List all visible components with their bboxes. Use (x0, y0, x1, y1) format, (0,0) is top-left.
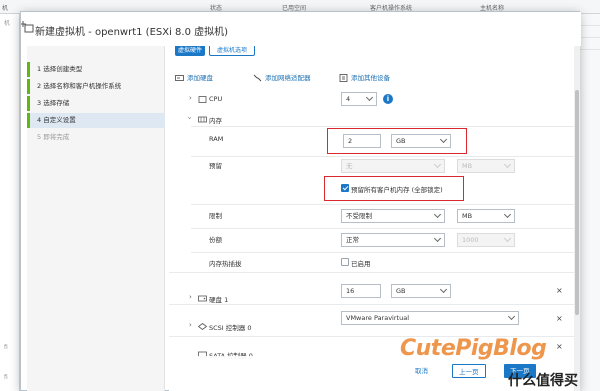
divider (191, 204, 574, 205)
step-storage[interactable]: 3 选择存储 (27, 96, 165, 111)
disk-unit-select[interactable]: GB (391, 284, 451, 298)
wizard-steps: 1 选择创建类型 2 选择名称和客户机操作系统 3 选择存储 4 自定义设置 5… (27, 46, 165, 391)
disk-expand-chevron-icon[interactable]: › (189, 293, 192, 301)
divider (191, 126, 574, 127)
chevron-down-icon (433, 160, 442, 169)
tab-virtual-hardware[interactable]: 虚拟硬件 (175, 46, 205, 56)
chevron-down-icon (433, 234, 442, 243)
add-disk-label: 添加硬盘 (187, 74, 213, 82)
scsi-controller-label: SCSI 控制器 0 (209, 324, 252, 332)
reservation-label: 预留 (209, 162, 222, 170)
tab-vm-options[interactable]: 虚拟机选项 (209, 46, 255, 56)
shares-number-select: 1000 (457, 233, 515, 247)
step-ready: 5 即将完成 (37, 133, 70, 141)
ram-label: RAM (209, 135, 224, 143)
hardware-toolbar: 添加硬盘 添加网络适配器 添加其他设备 (173, 72, 573, 84)
scrollbar-thumb[interactable] (575, 90, 579, 315)
step-name-os[interactable]: 2 选择名称和客户机操作系统 (27, 79, 165, 94)
memory-hotplug-label: 内存热插拔 (209, 260, 242, 268)
bg-left-item: 机 (4, 20, 11, 27)
shares-number-value: 1000 (462, 236, 479, 244)
cpu-icon (198, 96, 207, 103)
device-icon (339, 74, 348, 82)
hard-disk-label: 硬盘 1 (209, 296, 229, 304)
chevron-down-icon (507, 312, 516, 321)
memory-collapse-chevron-icon[interactable]: › (185, 117, 193, 120)
add-nic-label: 添加网络适配器 (265, 74, 311, 82)
highlight-box-ram (327, 128, 467, 154)
disk-size-input[interactable]: 16 (341, 284, 381, 298)
chevron-down-icon (439, 285, 448, 294)
scsi-controller-icon (197, 323, 208, 330)
chevron-down-icon (503, 210, 512, 219)
memory-hotplug-checkbox[interactable] (341, 258, 349, 266)
memory-hotplug-option-label: 已启用 (351, 260, 371, 268)
cpu-label: CPU (209, 95, 223, 103)
divider (191, 156, 574, 157)
bg-left-item: fi (4, 374, 8, 381)
memory-icon (198, 116, 207, 123)
shares-label: 份额 (209, 236, 222, 244)
reservation-unit-value: MB (462, 162, 473, 170)
cpu-value: 4 (346, 95, 351, 103)
cpu-expand-chevron-icon[interactable]: › (189, 94, 192, 102)
background-left-strip: 机 fi fi (0, 14, 20, 391)
reservation-unit-select: MB (457, 159, 515, 173)
add-nic-button[interactable]: 添加网络适配器 (253, 72, 311, 84)
network-adapter-icon (253, 74, 262, 82)
limit-unit-select[interactable]: MB (457, 209, 515, 223)
chevron-down-icon (503, 234, 512, 243)
chevron-down-icon (365, 93, 374, 102)
reservation-select: 无 (341, 159, 445, 173)
limit-label: 限制 (209, 212, 222, 220)
hard-disk-icon (198, 295, 207, 302)
limit-select[interactable]: 不受限制 (341, 209, 445, 223)
watermark-brand: CutePigBlog (400, 336, 547, 361)
info-icon[interactable]: i (383, 94, 393, 104)
highlight-box-reserve-all (324, 176, 464, 201)
remove-scsi-close-icon[interactable]: × (556, 314, 563, 323)
add-other-device-label: 添加其他设备 (351, 74, 390, 82)
disk-icon (175, 74, 184, 82)
new-vm-icon (21, 20, 35, 34)
chevron-down-icon (433, 210, 442, 219)
disk-unit-value: GB (396, 287, 406, 295)
scsi-expand-chevron-icon[interactable]: › (189, 321, 192, 329)
scsi-controller-select[interactable]: VMware Paravirtual (341, 311, 519, 325)
memory-label: 内存 (209, 117, 222, 125)
watermark-sub: 什么值得买 (508, 373, 578, 389)
shares-select[interactable]: 正常 (341, 233, 445, 247)
cpu-select[interactable]: 4 (341, 92, 377, 106)
remove-disk-close-icon[interactable]: × (556, 286, 563, 295)
add-disk-button[interactable]: 添加硬盘 (175, 72, 213, 84)
divider (169, 304, 574, 305)
divider (169, 272, 574, 273)
bg-left-item: fi (4, 344, 8, 351)
divider (191, 228, 574, 229)
chevron-down-icon (503, 160, 512, 169)
limit-value: 不受限制 (346, 212, 372, 220)
shares-value: 正常 (346, 236, 359, 244)
scsi-controller-value: VMware Paravirtual (346, 314, 409, 322)
dialog-title-bar: 新建虚拟机 - openwrt1 (ESXi 8.0 虚拟机) (21, 12, 581, 46)
dialog-title: 新建虚拟机 - openwrt1 (ESXi 8.0 虚拟机) (35, 27, 229, 38)
step-customize[interactable]: 4 自定义设置 (27, 113, 165, 128)
tab-bar: 虚拟硬件 虚拟机选项 (169, 46, 574, 62)
bg-col-vm: 机 (2, 5, 9, 12)
new-vm-dialog: 新建虚拟机 - openwrt1 (ESXi 8.0 虚拟机) 1 选择创建类型… (20, 11, 581, 391)
step-select-type[interactable]: 1 选择创建类型 (27, 62, 165, 77)
add-other-device-button[interactable]: 添加其他设备 (339, 72, 390, 84)
reservation-value: 无 (346, 162, 353, 170)
divider (191, 252, 574, 253)
limit-unit-value: MB (462, 212, 473, 220)
watermark: CutePigBlog 什么值得买 (388, 336, 600, 391)
